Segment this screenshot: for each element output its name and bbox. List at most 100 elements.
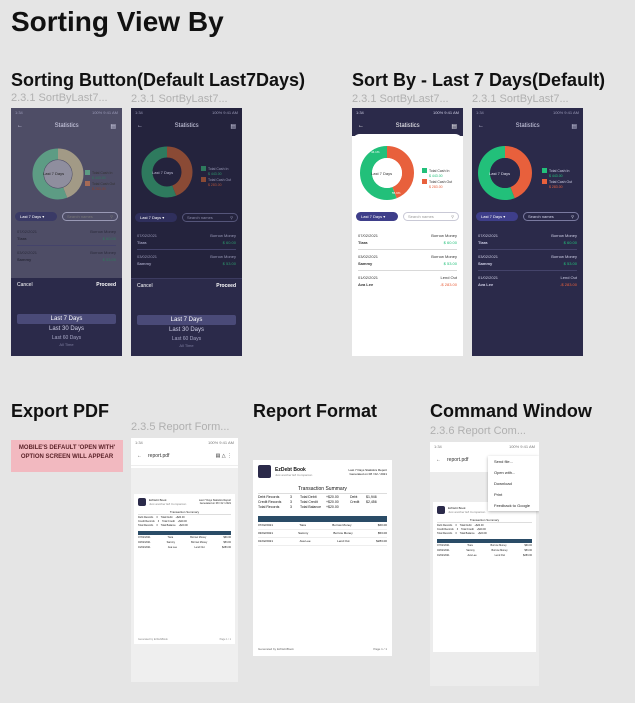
- brand-tagline: Just another EZ Companion: [448, 510, 486, 514]
- sort-option[interactable]: Last 60 Days: [11, 334, 122, 342]
- sort-option[interactable]: Last 30 Days: [11, 324, 122, 334]
- list-item[interactable]: 07/02/2021 Borrow Money: [352, 232, 463, 239]
- search-input[interactable]: Search names ⚲: [403, 212, 459, 221]
- export-pdf-icon[interactable]: ▤: [451, 123, 457, 130]
- screen-title: Statistics: [54, 123, 79, 129]
- list-item[interactable]: Tiara $ 60.00: [472, 239, 583, 246]
- status-time: 1:34: [356, 110, 364, 115]
- menu-item-feedback[interactable]: Feedback to Google: [488, 500, 539, 511]
- search-input[interactable]: Search names ⚲: [62, 212, 118, 221]
- divider: [478, 270, 577, 271]
- proceed-button[interactable]: Proceed: [216, 283, 236, 289]
- summary-key: Total Balance: [459, 532, 475, 535]
- summary-count: 3: [455, 532, 457, 535]
- proceed-button[interactable]: Proceed: [96, 282, 116, 288]
- cancel-button[interactable]: Cancel: [137, 283, 153, 289]
- status-indicators: 100% 9:41 AM: [211, 110, 238, 115]
- list-item[interactable]: Ava Lee -$ 283.00: [472, 281, 583, 288]
- back-arrow-icon[interactable]: ←: [478, 123, 484, 129]
- pdf-page: EzDebt Book Just another EZ Companion Tra…: [433, 502, 536, 652]
- list-item[interactable]: Ava Lee -$ 283.00: [352, 281, 463, 288]
- sort-option-selected[interactable]: Last 7 Days: [17, 314, 116, 324]
- filter-dropdown[interactable]: Last 7 Days ▾: [15, 212, 57, 221]
- sort-option[interactable]: All Time: [131, 343, 242, 349]
- cell-amount: $60.00: [377, 523, 387, 527]
- back-arrow-icon[interactable]: ←: [137, 123, 143, 129]
- list-item[interactable]: 03/02/2021 Borrow Money: [131, 253, 242, 260]
- cancel-button[interactable]: Cancel: [17, 282, 33, 288]
- export-pdf-icon[interactable]: ▤: [571, 123, 577, 130]
- legend-out-value: $ 283.00: [429, 185, 443, 189]
- list-item[interactable]: 07/02/2021 Borrow Money: [131, 232, 242, 239]
- report-meta: Last 7 Days Statistics Report Generated o…: [199, 499, 231, 505]
- legend-swatch-in: [201, 166, 206, 171]
- list-item[interactable]: Tiara $ 60.00: [11, 235, 122, 242]
- entry-name: Tiara: [478, 240, 488, 245]
- menu-item-print[interactable]: Print: [488, 489, 539, 500]
- summary-value: +$20.00: [477, 532, 487, 535]
- entry-type: Borrow Money: [90, 250, 116, 255]
- report-footer: Generated by EzDebtBook Page 1 / 1: [138, 638, 231, 641]
- search-input[interactable]: Search names ⚲: [182, 213, 238, 222]
- export-pdf-icon[interactable]: ▤: [230, 123, 236, 130]
- summary-key: Total Balance: [160, 524, 176, 527]
- legend-swatch-out: [201, 177, 206, 182]
- list-item[interactable]: Sammy $ 53.00: [352, 260, 463, 267]
- list-item[interactable]: 03/02/2021 Borrow Money: [472, 253, 583, 260]
- sort-option[interactable]: Last 60 Days: [131, 335, 242, 343]
- frame-caption: 2.3.5 Report Form...: [131, 421, 230, 433]
- back-arrow-icon[interactable]: ←: [436, 457, 441, 463]
- list-item[interactable]: 01/02/2021 Lend Out: [352, 274, 463, 281]
- more-options-icon[interactable]: ⋮: [227, 453, 232, 459]
- sort-option[interactable]: Last 30 Days: [131, 325, 242, 335]
- filter-dropdown[interactable]: Last 7 Days ▾: [476, 212, 518, 221]
- entry-name: Ava Lee: [478, 282, 494, 287]
- entry-amount: $ 60.00: [563, 240, 577, 245]
- entry-date: 01/02/2021: [478, 275, 499, 280]
- search-placeholder: Search names: [528, 214, 554, 219]
- sort-option-selected[interactable]: Last 7 Days: [137, 315, 236, 325]
- list-item[interactable]: Tiara $ 60.00: [352, 239, 463, 246]
- legend-out-label: Total Cash Out: [429, 180, 453, 184]
- status-bar: 1:34 100% 9:41 AM: [472, 108, 583, 116]
- report-table: 07/02/2021 Tiara Borrow Money $60.00 03/02/…: [258, 522, 387, 546]
- menu-item-send-file[interactable]: Send file...: [488, 456, 539, 467]
- summary-title: Transaction Summary: [298, 486, 347, 492]
- sort-option[interactable]: All Time: [11, 342, 122, 348]
- list-item[interactable]: 01/02/2021 Lend Out: [472, 274, 583, 281]
- summary-block: Debt Records 3 Total Debit +$20.00 Credit R…: [437, 524, 532, 536]
- export-pdf-icon[interactable]: ▤: [110, 123, 116, 130]
- search-input[interactable]: Search names ⚲: [523, 212, 579, 221]
- divider: [258, 493, 387, 494]
- cell-type: Borrow Money: [332, 523, 352, 527]
- list-item[interactable]: 03/02/2021 Borrow Money: [352, 253, 463, 260]
- list-item[interactable]: Sammy $ 53.00: [472, 260, 583, 267]
- list-item[interactable]: 03/02/2021 Borrow Money: [11, 249, 122, 256]
- filter-dropdown[interactable]: Last 7 Days ▾: [135, 213, 177, 222]
- filter-dropdown[interactable]: Last 7 Days ▾: [356, 212, 398, 221]
- entry-date: 07/02/2021: [478, 233, 499, 238]
- list-item[interactable]: 07/02/2021 Borrow Money: [11, 228, 122, 235]
- back-arrow-icon[interactable]: ←: [137, 453, 142, 459]
- back-arrow-icon[interactable]: ←: [358, 123, 364, 129]
- entry-date: 07/02/2021: [137, 233, 158, 238]
- drive-icon[interactable]: △: [222, 453, 226, 459]
- status-time: 1:34: [476, 110, 484, 115]
- list-item[interactable]: Sammy $ 53.00: [11, 256, 122, 263]
- status-time: 1:34: [15, 110, 23, 115]
- menu-item-download[interactable]: Download: [488, 478, 539, 489]
- list-item[interactable]: Sammy $ 53.00: [131, 260, 242, 267]
- chart-legend: Total Cash In $ 443.00 Total Cash Out $ …: [85, 170, 115, 192]
- document-icon[interactable]: ▤: [216, 453, 221, 459]
- list-item[interactable]: 07/02/2021 Borrow Money: [472, 232, 583, 239]
- pdf-page: EzDebt Book Just another EZ Companion Las…: [134, 494, 235, 644]
- status-bar: 1:34 100% 9:41 AM: [131, 438, 238, 446]
- filter-label: Last 7 Days: [361, 214, 383, 219]
- menu-item-open-with[interactable]: Open with...: [488, 467, 539, 478]
- entry-date: 07/02/2021: [358, 233, 379, 238]
- legend-in-label: Total Cash In: [549, 169, 570, 173]
- list-item[interactable]: Tiara $ 60.00: [131, 239, 242, 246]
- back-arrow-icon[interactable]: ←: [17, 123, 23, 129]
- report-header: EzDebt Book Just another EZ Companion Las…: [258, 465, 387, 478]
- legend-out-value: $ 283.00: [208, 183, 222, 187]
